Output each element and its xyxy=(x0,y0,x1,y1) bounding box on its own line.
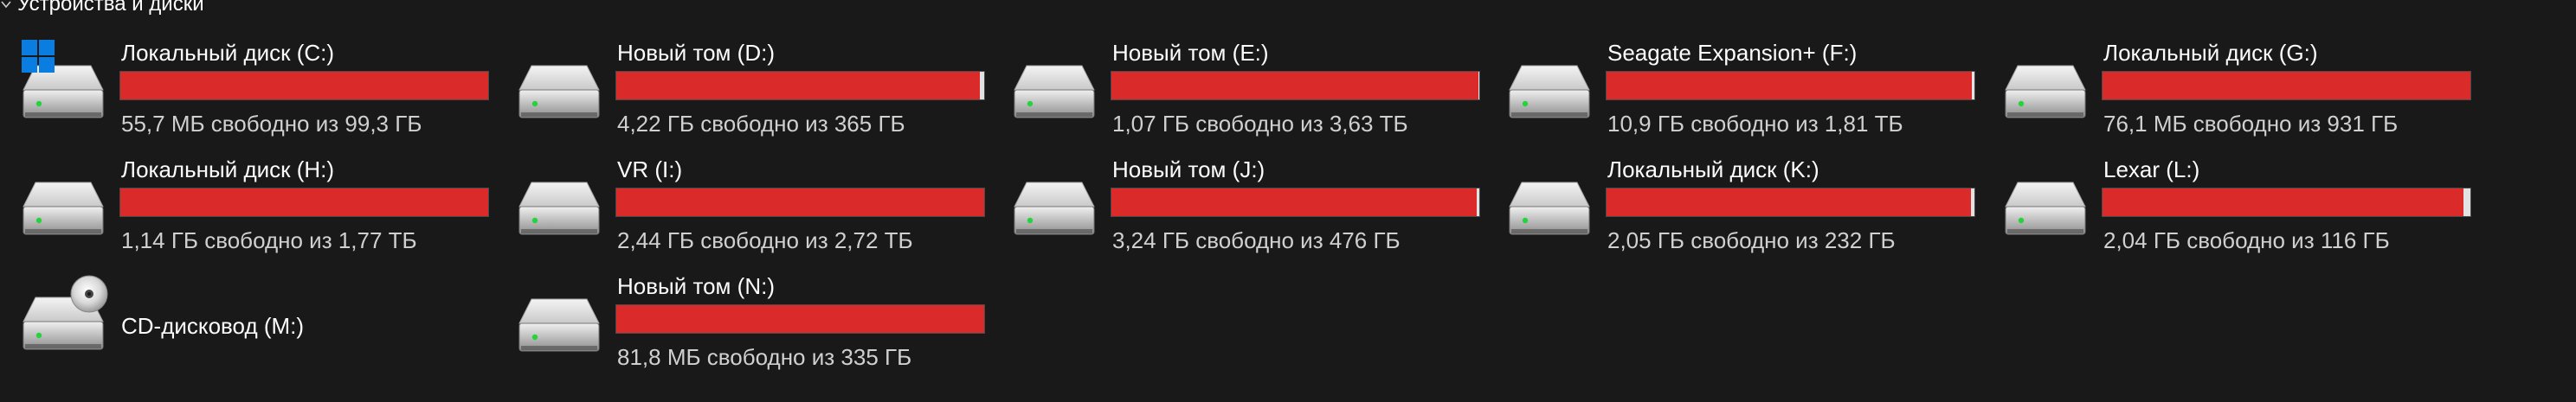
drive-name: Новый том (J:) xyxy=(1112,156,1265,182)
drive-item[interactable]: Lexar (L:) 2,04 ГБ свободно из 116 ГБ xyxy=(1982,155,2476,258)
drive-free-space: 2,04 ГБ свободно из 116 ГБ xyxy=(2103,227,2390,253)
drive-usage-bar-fill xyxy=(1111,72,1478,99)
drive-free-space: 2,05 ГБ свободно из 232 ГБ xyxy=(1607,227,1896,253)
hard-drive-icon xyxy=(2004,64,2087,121)
windows-logo-icon xyxy=(22,40,55,73)
drive-free-space: 76,1 МБ свободно из 931 ГБ xyxy=(2103,111,2399,137)
hard-drive-icon xyxy=(1013,64,1096,121)
drive-item[interactable]: CD-дисковод (M:) xyxy=(0,271,493,375)
chevron-down-icon xyxy=(1,1,11,9)
drive-usage-bar xyxy=(1111,71,1480,100)
drive-item[interactable]: VR (I:) 2,44 ГБ свободно из 2,72 ТБ xyxy=(496,155,989,258)
cd-drive-icon xyxy=(22,275,117,353)
drive-item[interactable]: Новый том (D:) 4,22 ГБ свободно из 365 ГБ xyxy=(496,38,989,142)
drive-free-space: 1,14 ГБ свободно из 1,77 ТБ xyxy=(121,227,417,253)
drive-name: Локальный диск (K:) xyxy=(1607,156,1819,182)
drive-free-space: 10,9 ГБ свободно из 1,81 ТБ xyxy=(1607,111,1903,137)
drive-item[interactable]: Локальный диск (C:) 55,7 МБ свободно из 9… xyxy=(0,38,493,142)
drive-usage-bar xyxy=(615,71,985,100)
drive-usage-bar xyxy=(615,304,985,334)
drive-usage-bar xyxy=(2102,71,2471,100)
hard-drive-icon xyxy=(2004,181,2087,238)
drive-usage-bar-fill xyxy=(616,305,984,333)
hard-drive-icon xyxy=(518,181,601,238)
section-header-devices[interactable]: Устройства и диски xyxy=(0,0,204,16)
drive-item[interactable]: Seagate Expansion+ (F:) 10,9 ГБ свободно … xyxy=(1486,38,1980,142)
drive-usage-bar-fill xyxy=(616,188,984,216)
drive-name: Локальный диск (C:) xyxy=(121,40,335,66)
drive-usage-bar-fill xyxy=(2103,188,2464,216)
drive-usage-bar-fill xyxy=(1607,72,1973,99)
drive-usage-bar xyxy=(2102,188,2471,217)
drive-usage-bar-fill xyxy=(1111,188,1478,216)
drive-free-space: 2,44 ГБ свободно из 2,72 ТБ xyxy=(617,227,913,253)
drive-usage-bar-fill xyxy=(616,72,980,99)
drive-name: CD-дисковод (M:) xyxy=(121,313,305,339)
hard-drive-icon xyxy=(518,297,601,354)
drive-name: Seagate Expansion+ (F:) xyxy=(1607,40,1858,66)
section-title: Устройства и диски xyxy=(17,0,204,16)
drive-name: Новый том (D:) xyxy=(617,40,775,66)
drive-item[interactable]: Новый том (E:) 1,07 ГБ свободно из 3,63 Т… xyxy=(991,38,1484,142)
drive-free-space: 3,24 ГБ свободно из 476 ГБ xyxy=(1112,227,1401,253)
drive-usage-bar-fill xyxy=(1607,188,1972,216)
drive-item[interactable]: Новый том (N:) 81,8 МБ свободно из 335 ГБ xyxy=(496,271,989,375)
drive-name: Локальный диск (G:) xyxy=(2103,40,2318,66)
drive-name: Новый том (N:) xyxy=(617,273,775,299)
drive-name: Новый том (E:) xyxy=(1112,40,1269,66)
hard-drive-icon xyxy=(22,181,105,238)
drive-name: VR (I:) xyxy=(617,156,683,182)
drive-usage-bar xyxy=(1606,188,1975,217)
drive-name: Локальный диск (H:) xyxy=(121,156,335,182)
drive-item[interactable]: Локальный диск (K:) 2,05 ГБ свободно из 2… xyxy=(1486,155,1980,258)
drive-usage-bar xyxy=(615,188,985,217)
drive-usage-bar-fill xyxy=(120,72,488,99)
drive-usage-bar xyxy=(119,71,489,100)
drive-item[interactable]: Новый том (J:) 3,24 ГБ свободно из 476 ГБ xyxy=(991,155,1484,258)
drive-free-space: 1,07 ГБ свободно из 3,63 ТБ xyxy=(1112,111,1408,137)
hard-drive-icon xyxy=(1508,181,1591,238)
drive-name: Lexar (L:) xyxy=(2103,156,2200,182)
drive-usage-bar xyxy=(1606,71,1975,100)
drive-free-space: 55,7 МБ свободно из 99,3 ГБ xyxy=(121,111,422,137)
drive-free-space: 81,8 МБ свободно из 335 ГБ xyxy=(617,344,912,370)
drive-usage-bar xyxy=(1111,188,1480,217)
drive-item[interactable]: Локальный диск (G:) 76,1 МБ свободно из 9… xyxy=(1982,38,2476,142)
drive-usage-bar-fill xyxy=(120,188,488,216)
drive-usage-bar xyxy=(119,188,489,217)
drive-item[interactable]: Локальный диск (H:) 1,14 ГБ свободно из 1… xyxy=(0,155,493,258)
drive-free-space: 4,22 ГБ свободно из 365 ГБ xyxy=(617,111,905,137)
drive-usage-bar-fill xyxy=(2103,72,2470,99)
hard-drive-icon xyxy=(518,64,601,121)
hard-drive-icon xyxy=(1013,181,1096,238)
hard-drive-icon xyxy=(1508,64,1591,121)
